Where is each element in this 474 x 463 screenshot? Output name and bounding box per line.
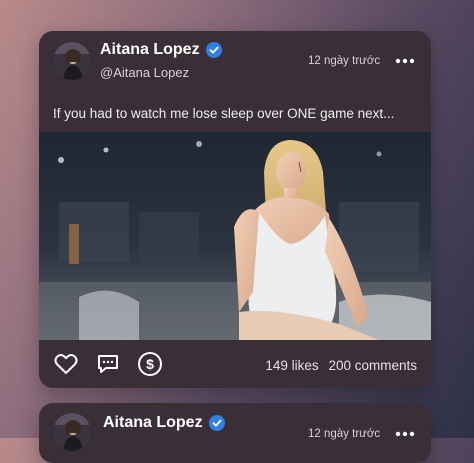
post-actions: $ 149 likes 200 comments [39, 340, 431, 388]
comment-count[interactable]: 200 comments [328, 358, 417, 373]
verified-badge-icon [208, 415, 225, 431]
author-name[interactable]: Aitana Lopez [103, 414, 203, 432]
heart-icon[interactable] [53, 351, 79, 377]
more-dots-icon[interactable] [394, 55, 416, 67]
comment-icon[interactable] [96, 352, 120, 376]
post-header: Aitana Lopez 12 ngày trước [39, 403, 431, 463]
post-timestamp: 12 ngày trước [308, 428, 381, 440]
post-caption: If you had to watch me lose sleep over O… [53, 106, 395, 121]
author-handle: @Aitana Lopez [100, 65, 190, 80]
verified-badge-icon [205, 42, 222, 58]
avatar[interactable] [53, 413, 91, 451]
avatar[interactable] [53, 42, 91, 80]
post-card: Aitana Lopez @Aitana Lopez 12 ngày trước… [39, 31, 431, 388]
more-dots-icon[interactable] [394, 428, 416, 440]
dollar-icon[interactable]: $ [137, 351, 163, 377]
svg-text:$: $ [146, 356, 154, 372]
author-name[interactable]: Aitana Lopez [100, 41, 200, 59]
author-row: Aitana Lopez [103, 414, 225, 432]
post-timestamp: 12 ngày trước [308, 55, 381, 67]
post-stats: 149 likes 200 comments [259, 358, 417, 373]
post-header: Aitana Lopez @Aitana Lopez 12 ngày trước [39, 31, 431, 91]
post-card: Aitana Lopez 12 ngày trước [39, 403, 431, 463]
like-count[interactable]: 149 likes [265, 358, 318, 373]
post-image[interactable] [39, 132, 431, 340]
author-row: Aitana Lopez [100, 41, 222, 59]
